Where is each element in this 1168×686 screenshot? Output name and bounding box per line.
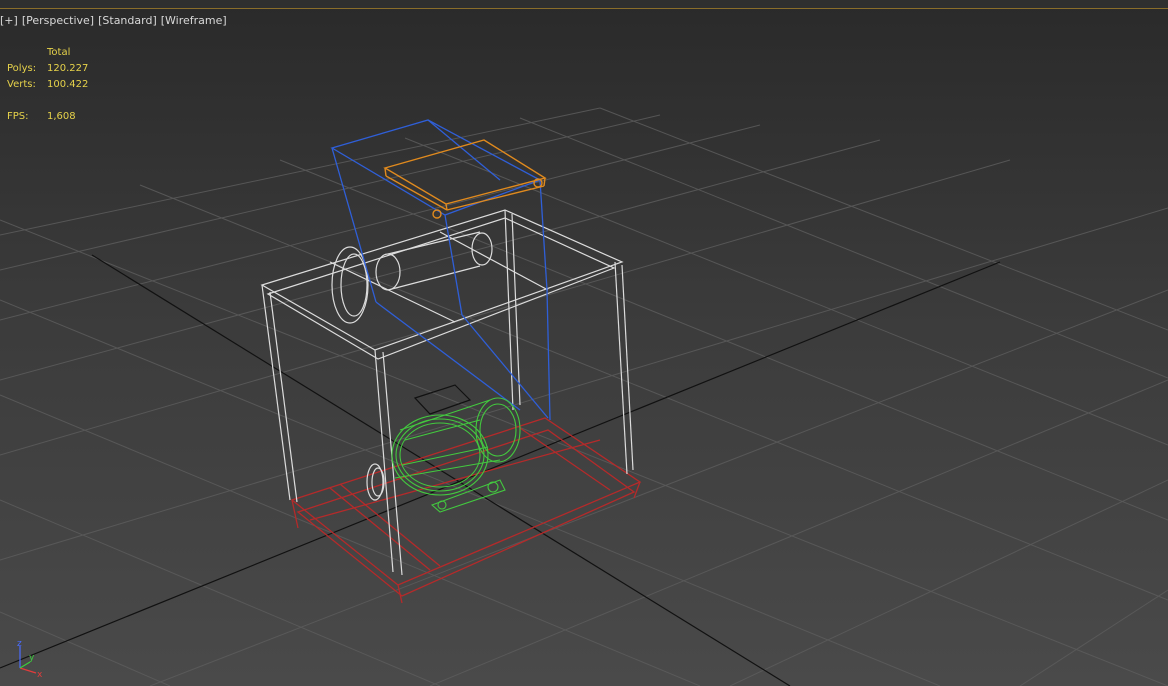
electric-motor-green[interactable]	[391, 397, 521, 513]
home-grid	[0, 107, 1168, 686]
world-axis-lines	[0, 254, 1001, 686]
hopper-blue[interactable]	[330, 119, 551, 421]
base-frame-red[interactable]	[290, 417, 642, 604]
gizmo-y-label: y	[29, 653, 35, 663]
gizmo-z-label: z	[17, 639, 22, 649]
perspective-viewport-canvas[interactable]: z x y	[0, 0, 1168, 686]
hopper-lid-orange[interactable]	[383, 139, 547, 219]
gizmo-x-axis	[19, 667, 37, 674]
gizmo-x-label: x	[37, 670, 43, 680]
